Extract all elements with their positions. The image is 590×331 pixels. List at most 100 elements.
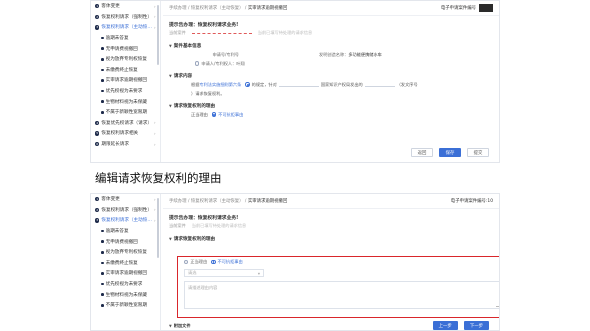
breadcrumb-2[interactable]: 手续办理 / 恢复权利请求（主动恢复） / 实审请求逾期视撤回: [169, 198, 287, 204]
save-button[interactable]: 保存: [439, 148, 461, 157]
app-name-value: 多功能便携储水车: [348, 51, 382, 57]
sidebar-2: 1 客体变更 › 2 恢复权利请求（强制性） › 3 恢复权利请求（主动恢复） › 逾期未答复 无申…: [91, 194, 161, 330]
notice-name-input[interactable]: [364, 82, 395, 87]
section-basic-title: 案件基本信息: [173, 44, 202, 49]
chevron-right-icon[interactable]: ›: [154, 131, 158, 136]
reason-textarea[interactable]: 请描述理由内容: [184, 281, 499, 309]
reason-select[interactable]: 请选 ▾: [184, 269, 264, 277]
breadcrumb[interactable]: 手续办理 / 恢复权利请求（主动恢复） / 实审请求逾期视撤回: [169, 5, 287, 11]
dashed-divider: [191, 32, 252, 34]
reason-opt1-label: 正当理由: [191, 111, 208, 117]
sidebar-subitem[interactable]: 优先权视为未要求: [91, 279, 160, 290]
bullet-icon: [101, 303, 104, 307]
sidebar-subitem[interactable]: 逾期未答复: [91, 226, 160, 237]
bullet-icon: [101, 100, 104, 103]
sidebar-subitem[interactable]: 优先权视为未要求: [91, 86, 160, 97]
app-name-label: 发明创造名称：: [319, 51, 349, 57]
reason-opt2-radio[interactable]: [211, 112, 217, 117]
screenshot-top: 1 客体变更 › 2 恢复权利请求（强制性） › 3 恢复权利请求（主动恢复） › 逾期未答复无申…: [90, 0, 500, 163]
back-button[interactable]: 返回: [411, 148, 433, 157]
reason-opt2-radio[interactable]: [211, 259, 216, 265]
caret-down-icon[interactable]: ▼: [169, 237, 172, 241]
applicant-radio[interactable]: [195, 61, 200, 66]
basic-row-2: 申请人/专利权人：叶翔: [169, 59, 493, 68]
caret-down-icon[interactable]: ▼: [169, 104, 172, 108]
sidebar-item[interactable]: 2 恢复权利请求（强制性） ›: [91, 12, 160, 23]
notice-placeholder: 当前已填写待处理的请求信息: [191, 223, 247, 228]
submit-button[interactable]: 提交: [467, 148, 489, 157]
sidebar-subitem[interactable]: 视为放弃专利权恢复: [91, 247, 160, 258]
section-request-header[interactable]: ▼ 请求内容: [169, 72, 493, 80]
resize-handle-icon[interactable]: [496, 303, 499, 307]
bullet-icon: [101, 68, 104, 72]
sidebar-subitem[interactable]: 实审请求逾期视撤回: [91, 268, 160, 279]
step-number-icon: 3: [95, 218, 100, 223]
bullet-icon: [101, 110, 104, 114]
rule-link[interactable]: 专利法实施细则第六条: [199, 82, 241, 88]
breadcrumb-path[interactable]: 手续办理 / 恢复权利请求（主动恢复） /: [169, 6, 246, 11]
step-number-icon: 5: [95, 131, 100, 136]
sidebar-scrollbar[interactable]: [157, 198, 159, 258]
basic-row-1: 申请号/专利号 发明创造名称： 多功能便携储水车: [169, 50, 493, 59]
sidebar-item[interactable]: 1 客体变更 ›: [91, 194, 160, 205]
user-label: 电子申请案件编号:10: [450, 199, 493, 204]
sidebar-item-label: 逾期未答复: [105, 229, 129, 235]
step-number-icon: 6: [95, 141, 100, 147]
user-label: 电子申请案件编号: [440, 6, 476, 11]
step-number-icon: 2: [95, 14, 100, 20]
sidebar-item[interactable]: 5 恢复权利请求相关 ›: [91, 128, 160, 139]
sidebar-subitem[interactable]: 生物材料视为未保藏: [91, 96, 160, 107]
prev-button[interactable]: 上一步: [432, 321, 458, 330]
sidebar-scrollbar[interactable]: [157, 5, 159, 65]
sidebar-subitem[interactable]: 未缴费终止恢复: [91, 65, 160, 76]
bullet-icon: [101, 240, 104, 243]
next-button[interactable]: 下一步: [463, 321, 489, 330]
topbar: 手续办理 / 恢复权利请求（主动恢复） / 实审请求逾期视撤回 电子申请案件编号: [163, 1, 499, 16]
sidebar-item-label: 期限延长请求: [101, 142, 129, 148]
sidebar-subitem[interactable]: 不属于新颖性宽限期: [91, 300, 160, 311]
section-reason-2: ▼ 请求恢复权利的理由: [169, 235, 493, 243]
sidebar-subitem[interactable]: 无申请费视撤回: [91, 43, 160, 54]
caret-down-icon[interactable]: ▼: [169, 324, 172, 328]
notice-input[interactable]: [278, 82, 319, 87]
sidebar-subitem[interactable]: 视为放弃专利权恢复: [91, 54, 160, 65]
caret-down-icon[interactable]: ▼: [169, 44, 172, 48]
sidebar-item-label: 客体变更: [101, 197, 120, 203]
section-reason-header[interactable]: ▼ 请求恢复权利的理由: [169, 235, 493, 243]
sidebar: 1 客体变更 › 2 恢复权利请求（强制性） › 3 恢复权利请求（主动恢复） › 逾期未答复无申…: [91, 1, 161, 162]
sidebar-subitem[interactable]: 生物材料视为未保藏: [91, 289, 160, 300]
sidebar-subitem[interactable]: 实审请求逾期视撤回: [91, 75, 160, 86]
section-basic-header[interactable]: ▼ 案件基本信息: [169, 42, 493, 50]
reason-opt1-radio[interactable]: [184, 259, 189, 265]
section-reason-header[interactable]: ▼ 请求恢复权利的理由: [169, 102, 493, 110]
sidebar-subitem[interactable]: 不属于新颖性宽限期: [91, 107, 160, 118]
chevron-right-icon[interactable]: ›: [154, 120, 158, 125]
bullet-icon: [101, 36, 104, 40]
sidebar-subitem[interactable]: 未缴费终止恢复: [91, 258, 160, 269]
sidebar-item[interactable]: 3 恢复权利请求（主动恢复） ›: [91, 215, 160, 226]
avatar[interactable]: [479, 4, 493, 12]
sidebar-item[interactable]: 6 期限延长请求 ›: [91, 139, 160, 150]
sidebar-subitem[interactable]: 逾期未答复: [91, 33, 160, 44]
breadcrumb-current: 实审请求逾期视撤回: [247, 199, 288, 204]
sidebar-item[interactable]: 1 客体变更 ›: [91, 1, 160, 12]
reason-opt2-label[interactable]: 不可抗拒事由: [218, 259, 243, 265]
sidebar-item-label: 无申请费视撤回: [105, 46, 138, 52]
sidebar-item[interactable]: 3 恢复权利请求（主动恢复） ›: [91, 22, 160, 33]
rule-radio[interactable]: [245, 82, 250, 87]
step-number-icon: 3: [95, 25, 100, 30]
sidebar-item[interactable]: 2 恢复权利请求（强制性） ›: [91, 205, 160, 216]
reason-options: 正当理由 不可抗拒事由: [169, 110, 493, 119]
caret-down-icon[interactable]: ▼: [169, 74, 172, 78]
sidebar-item[interactable]: 4 恢复优先权请求（请求） ›: [91, 118, 160, 129]
step-number-icon: 4: [95, 120, 100, 126]
sidebar-item-label: 优先权视为未要求: [105, 282, 143, 288]
notice-title: 提示告办理：恢复权利请求业务!: [169, 216, 239, 221]
sidebar-subitem[interactable]: 无申请费视撤回: [91, 236, 160, 247]
chevron-right-icon[interactable]: ›: [154, 142, 158, 147]
bullet-icon: [101, 250, 104, 254]
reason-opt2-label[interactable]: 不可抗拒事由: [218, 112, 243, 118]
attach-section[interactable]: ▼ 附加文件: [169, 321, 191, 330]
notice-sub: 当前案件 当前已填写待处理的请求信息: [169, 30, 493, 36]
breadcrumb-path[interactable]: 手续办理 / 恢复权利请求（主动恢复） /: [169, 199, 246, 204]
